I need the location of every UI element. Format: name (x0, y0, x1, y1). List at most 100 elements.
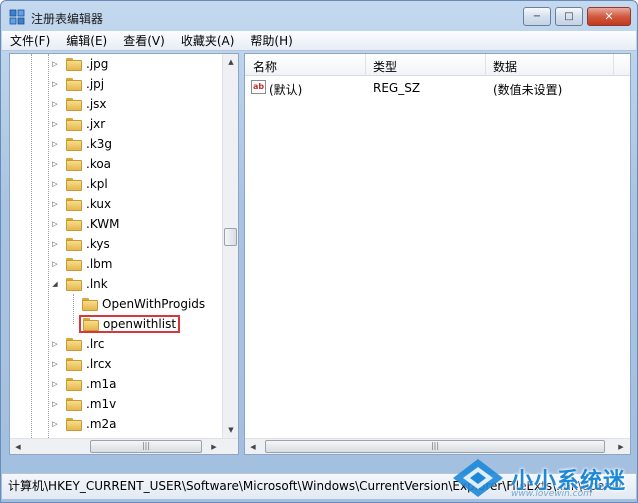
tree-item-label: .m1v (86, 397, 117, 411)
tree-item[interactable]: ▷ .lrcx (50, 354, 112, 374)
selected-key-highlight[interactable]: openwithlist (79, 315, 181, 333)
expand-arrow-icon[interactable]: ▷ (50, 140, 60, 148)
tree-item[interactable]: ▷ .lrc (50, 334, 104, 354)
tree-item-label: .kux (86, 197, 112, 211)
title-bar[interactable]: 注册表编辑器 − □ ✕ (1, 1, 637, 33)
tree-item-label: .m1a (86, 377, 117, 391)
tree-item-content[interactable]: .lrcx (66, 357, 112, 371)
tree-item[interactable]: ▷ .kux (50, 194, 111, 214)
maximize-button[interactable]: □ (555, 7, 583, 26)
expand-arrow-icon[interactable]: ▷ (50, 420, 60, 428)
menu-file[interactable]: 文件(F) (10, 32, 50, 49)
expand-arrow-icon[interactable]: ▷ (50, 60, 60, 68)
tree-item[interactable]: ◢ .lnk (50, 274, 108, 294)
expand-arrow-icon[interactable]: ▷ (50, 400, 60, 408)
menu-help[interactable]: 帮助(H) (250, 32, 292, 49)
scroll-thumb[interactable]: ||| (265, 440, 605, 453)
tree-item-label: .lbm (86, 257, 113, 271)
tree-item-label: .koa (86, 157, 112, 171)
values-horizontal-scrollbar[interactable]: ◀ ||| ▶ (245, 438, 630, 454)
expand-arrow-icon[interactable]: ▷ (50, 360, 60, 368)
tree-item-content[interactable]: .koa (66, 157, 111, 171)
tree-item-label: .lnk (86, 277, 108, 291)
tree-item-content[interactable]: .m2a (66, 417, 117, 431)
tree-item-content[interactable]: .lbm (66, 257, 112, 271)
scroll-thumb[interactable]: ||| (90, 440, 202, 453)
scroll-down-arrow-icon[interactable]: ▼ (223, 422, 238, 438)
minimize-button[interactable]: − (523, 7, 551, 26)
tree-item-content[interactable]: .lnk (66, 277, 108, 291)
tree-item[interactable]: openwithlist (66, 314, 181, 334)
close-button[interactable]: ✕ (587, 7, 631, 26)
tree-item[interactable]: ▷ .lbm (50, 254, 112, 274)
tree-horizontal-scrollbar[interactable]: ◀ ||| ▶ (10, 438, 238, 454)
scroll-left-arrow-icon[interactable]: ◀ (245, 439, 261, 454)
scroll-thumb[interactable] (224, 228, 237, 246)
tree-item-content[interactable]: .lrc (66, 337, 104, 351)
tree-item-label: .kpl (86, 177, 108, 191)
tree-item-content[interactable]: .m1v (66, 397, 116, 411)
scroll-left-arrow-icon[interactable]: ◀ (10, 439, 26, 454)
expand-arrow-icon[interactable]: ▷ (50, 100, 60, 108)
tree-item[interactable]: ▷ .jpg (50, 54, 108, 74)
registry-tree-pane[interactable]: ▷ .jpg ▷ .jpj ▷ .jsx ▷ .jxr ▷ .k3g ▷ .koa ▷ .kpl ▷ .kux… (9, 53, 239, 455)
tree-item-label: .KWM (86, 217, 120, 231)
tree-item[interactable]: ▷ .KWM (50, 214, 119, 234)
menu-edit[interactable]: 编辑(E) (66, 32, 107, 49)
expand-arrow-icon[interactable]: ▷ (50, 220, 60, 228)
expand-arrow-icon[interactable]: ▷ (50, 340, 60, 348)
tree-vertical-scrollbar[interactable]: ▲ ▼ (222, 54, 238, 438)
folder-icon (66, 257, 82, 271)
scroll-up-arrow-icon[interactable]: ▲ (223, 54, 238, 70)
tree-item[interactable]: ▷ .k3g (50, 134, 112, 154)
expand-arrow-icon[interactable]: ▷ (50, 120, 60, 128)
tree-item-content[interactable]: .KWM (66, 217, 119, 231)
scroll-right-arrow-icon[interactable]: ▶ (613, 439, 629, 454)
expand-arrow-icon[interactable]: ▷ (50, 80, 60, 88)
tree-item[interactable]: ▷ .jsx (50, 94, 107, 114)
tree-item-content[interactable]: .kpl (66, 177, 108, 191)
tree-guide-line (31, 54, 32, 438)
expand-arrow-icon[interactable]: ▷ (50, 260, 60, 268)
tree-item-content[interactable]: OpenWithProgids (82, 297, 205, 311)
tree-item-content[interactable]: .kys (66, 237, 110, 251)
tree-item-content[interactable]: .jpj (66, 77, 104, 91)
registry-values-pane[interactable]: 名称 类型 数据 ab (默认) REG_SZ (数值未设置) ◀ ||| ▶ (244, 53, 631, 455)
scroll-right-arrow-icon[interactable]: ▶ (206, 439, 222, 454)
tree-item[interactable]: ▷ .kys (50, 234, 110, 254)
expand-arrow-icon[interactable]: ▷ (50, 200, 60, 208)
tree-item[interactable]: OpenWithProgids (66, 294, 205, 314)
column-header-type[interactable]: 类型 (373, 58, 397, 75)
menu-view[interactable]: 查看(V) (123, 32, 165, 49)
tree-item-content[interactable]: .k3g (66, 137, 112, 151)
tree-item-label: .lrcx (86, 357, 112, 371)
tree-item-content[interactable]: .jsx (66, 97, 107, 111)
column-header-name[interactable]: 名称 (253, 58, 277, 75)
tree-item[interactable]: ▷ .m1v (50, 394, 116, 414)
tree-item[interactable]: ▷ .m1a (50, 374, 117, 394)
column-divider[interactable] (365, 54, 366, 76)
expand-arrow-icon[interactable]: ▷ (50, 240, 60, 248)
expand-arrow-icon[interactable]: ▷ (50, 180, 60, 188)
expand-arrow-icon[interactable]: ▷ (50, 160, 60, 168)
column-divider[interactable] (613, 54, 614, 76)
tree-item[interactable]: ▷ .jpj (50, 74, 104, 94)
tree-item[interactable]: ▷ .kpl (50, 174, 108, 194)
tree-item-content[interactable]: .jxr (66, 117, 105, 131)
column-divider[interactable] (485, 54, 486, 76)
tree-item[interactable]: ▷ .koa (50, 154, 111, 174)
tree-item-content[interactable]: .m1a (66, 377, 117, 391)
collapse-arrow-icon[interactable]: ◢ (50, 280, 60, 288)
folder-icon (66, 157, 82, 171)
folder-icon (66, 117, 82, 131)
menu-favorites[interactable]: 收藏夹(A) (181, 32, 235, 49)
tree-item-content[interactable]: .kux (66, 197, 111, 211)
column-header-data[interactable]: 数据 (493, 58, 517, 75)
menu-bar: 文件(F) 编辑(E) 查看(V) 收藏夹(A) 帮助(H) (2, 31, 636, 51)
list-row[interactable]: ab (默认) REG_SZ (数值未设置) (245, 78, 630, 98)
folder-icon (66, 57, 82, 71)
expand-arrow-icon[interactable]: ▷ (50, 380, 60, 388)
tree-item-content[interactable]: .jpg (66, 57, 108, 71)
tree-item[interactable]: ▷ .m2a (50, 414, 117, 434)
tree-item[interactable]: ▷ .jxr (50, 114, 105, 134)
